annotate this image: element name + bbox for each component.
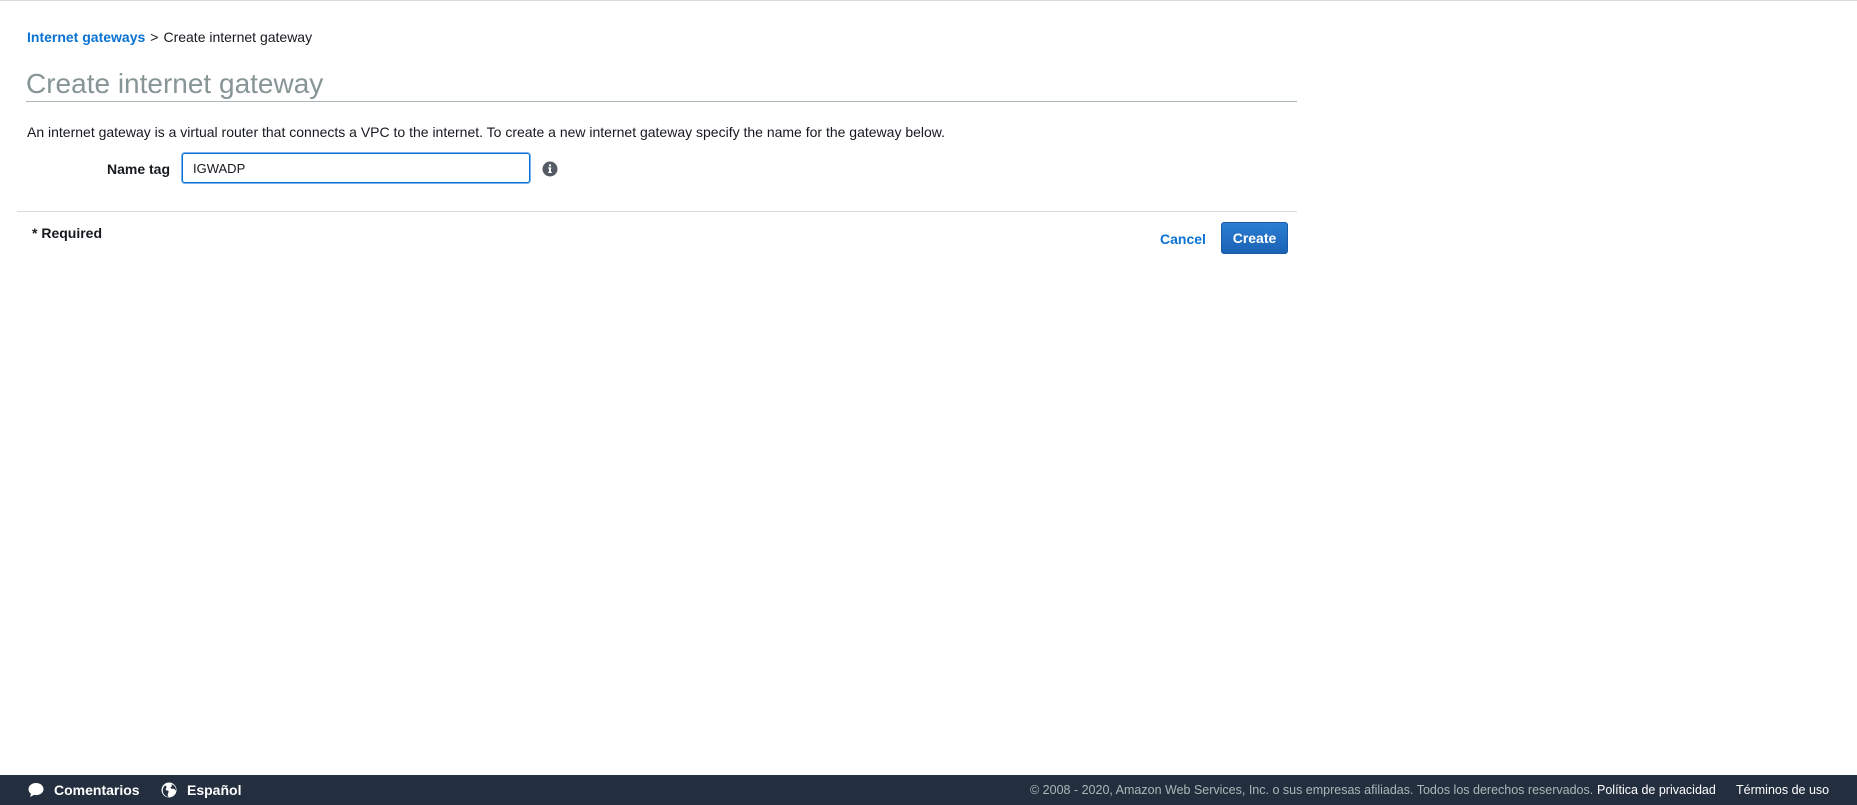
footer-language-label: Español — [187, 782, 242, 798]
breadcrumb-internet-gateways-link[interactable]: Internet gateways — [27, 29, 145, 45]
page-description: An internet gateway is a virtual router … — [27, 124, 946, 140]
cancel-button[interactable]: Cancel — [1160, 231, 1206, 247]
footer-feedback[interactable]: Comentarios — [27, 775, 140, 805]
page-title: Create internet gateway — [26, 68, 324, 99]
footer-terms-link[interactable]: Términos de uso — [1736, 775, 1829, 805]
footer-privacy-link[interactable]: Política de privacidad — [1597, 775, 1716, 805]
breadcrumb: Internet gateways > Create internet gatewa… — [27, 29, 312, 45]
form-divider — [17, 211, 1297, 212]
globe-icon — [161, 782, 177, 798]
footer-feedback-label: Comentarios — [54, 782, 140, 798]
breadcrumb-current: Create internet gateway — [163, 29, 313, 45]
name-tag-label: Name tag — [107, 161, 171, 177]
speech-bubble-icon — [28, 783, 44, 797]
main-content: Internet gateways > Create internet gatewa… — [0, 0, 1300, 770]
footer: Comentarios Español © 2008 - 2020, Amazo… — [0, 775, 1857, 805]
footer-copyright: © 2008 - 2020, Amazon Web Services, Inc.… — [1030, 783, 1594, 797]
title-divider — [26, 101, 1297, 102]
footer-language[interactable]: Español — [160, 775, 241, 805]
breadcrumb-separator: > — [150, 29, 159, 45]
required-note: * Required — [32, 225, 103, 241]
name-tag-input[interactable] — [182, 153, 530, 183]
info-icon[interactable] — [542, 161, 558, 177]
create-button[interactable]: Create — [1221, 222, 1288, 254]
